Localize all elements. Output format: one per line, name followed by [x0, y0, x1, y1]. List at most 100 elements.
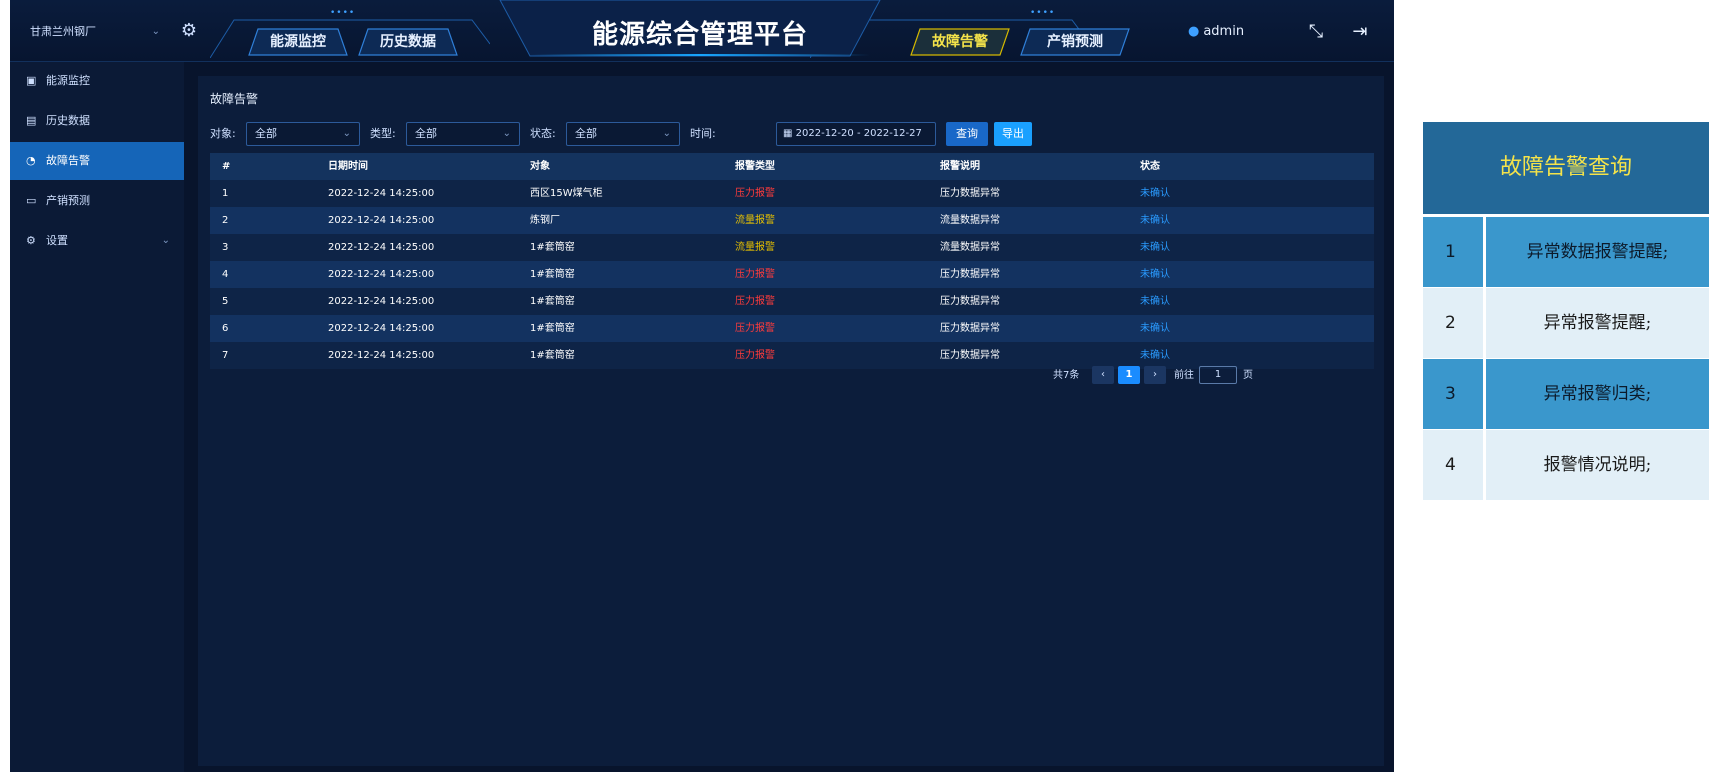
cell-alarm-type: 流量报警: [735, 242, 775, 253]
table-row[interactable]: 4 2022-12-24 14:25:00 1#套筒窑 压力报警 压力数据异常 …: [210, 261, 1374, 288]
prev-page-button[interactable]: ‹: [1092, 366, 1114, 384]
feature-item: 1 异常数据报警提醒;: [1423, 217, 1709, 288]
alarm-icon: ◔: [26, 154, 36, 167]
date-separator: -: [856, 128, 861, 139]
cell-no: 1: [222, 188, 229, 199]
monitor-icon: ▣: [26, 74, 37, 87]
user-name: admin: [1203, 24, 1245, 39]
cell-time: 2022-12-24 14:25:00: [328, 269, 435, 280]
sidebar-item-label: 历史数据: [46, 114, 90, 127]
cell-description: 压力数据异常: [940, 269, 1000, 280]
cell-time: 2022-12-24 14:25:00: [328, 323, 435, 334]
cell-status[interactable]: 未确认: [1140, 180, 1170, 207]
cell-object: 西区15W煤气柜: [530, 188, 603, 199]
cell-status[interactable]: 未确认: [1140, 207, 1170, 234]
plant-select[interactable]: 甘肃兰州钢厂 ⌄: [30, 20, 160, 44]
cell-description: 压力数据异常: [940, 323, 1000, 334]
sidebar-item-energy-monitor[interactable]: ▣ 能源监控: [10, 62, 184, 100]
nav-tab-fault-alarm[interactable]: 故障告警: [910, 28, 1010, 56]
chevron-down-icon: ⌄: [151, 26, 160, 37]
cell-status[interactable]: 未确认: [1140, 234, 1170, 261]
column-header: 报警类型: [735, 161, 775, 172]
logout-icon[interactable]: ⇥: [1348, 20, 1372, 44]
query-button[interactable]: 查询: [946, 122, 988, 146]
table-row[interactable]: 1 2022-12-24 14:25:00 西区15W煤气柜 压力报警 压力数据…: [210, 180, 1374, 207]
cell-status[interactable]: 未确认: [1140, 342, 1170, 369]
cell-time: 2022-12-24 14:25:00: [328, 215, 435, 226]
feature-text: 报警情况说明;: [1486, 430, 1709, 500]
gear-icon[interactable]: ⚙: [178, 20, 200, 42]
cell-status[interactable]: 未确认: [1140, 315, 1170, 342]
feature-number: 3: [1423, 359, 1483, 429]
cell-object: 1#套筒窑: [530, 242, 575, 253]
time-filter-label: 时间:: [690, 127, 716, 140]
cell-no: 7: [222, 350, 229, 361]
sidebar-item-label: 产销预测: [46, 194, 90, 207]
pagination-total: 共7条: [1053, 370, 1080, 381]
settings-icon: ⚙: [26, 234, 36, 247]
alarm-table: # 日期时间 对象 报警类型 报警说明 状态 1 2022-12-24 14:2…: [210, 153, 1374, 369]
cell-time: 2022-12-24 14:25:00: [328, 350, 435, 361]
nav-tab-forecast[interactable]: 产销预测: [1020, 28, 1130, 56]
feature-item: 3 异常报警归类;: [1423, 359, 1709, 430]
history-icon: ▤: [26, 114, 37, 127]
user-icon: ●: [1188, 24, 1200, 39]
sidebar: ▣ 能源监控 ▤ 历史数据 ◔ 故障告警 ▭ 产销预测 ⚙ 设置 ⌄: [10, 62, 184, 772]
sidebar-item-forecast[interactable]: ▭ 产销预测: [10, 182, 184, 220]
sidebar-item-fault-alarm[interactable]: ◔ 故障告警: [10, 142, 184, 180]
user-menu[interactable]: ● admin: [1188, 24, 1244, 39]
column-header: 状态: [1140, 161, 1160, 172]
cell-time: 2022-12-24 14:25:00: [328, 188, 435, 199]
column-header: 对象: [530, 161, 550, 172]
cell-object: 1#套筒窑: [530, 269, 575, 280]
cell-no: 5: [222, 296, 229, 307]
decor-dots-icon: ••••: [1030, 8, 1056, 18]
cell-description: 压力数据异常: [940, 296, 1000, 307]
page-title: 能源综合管理平台: [591, 20, 808, 50]
cell-status[interactable]: 未确认: [1140, 288, 1170, 315]
status-select[interactable]: 全部 ⌄: [566, 122, 680, 146]
cell-object: 1#套筒窑: [530, 350, 575, 361]
page-button-current[interactable]: 1: [1118, 366, 1140, 384]
nav-tab-label: 故障告警: [932, 34, 988, 50]
cell-time: 2022-12-24 14:25:00: [328, 242, 435, 253]
date-range-picker[interactable]: ▦ 2022-12-20 - 2022-12-27: [776, 122, 936, 146]
column-header: 日期时间: [328, 161, 368, 172]
feature-number: 2: [1423, 288, 1483, 358]
next-page-button[interactable]: ›: [1144, 366, 1166, 384]
cell-object: 1#套筒窑: [530, 323, 575, 334]
nav-tab-label: 产销预测: [1047, 34, 1103, 50]
cell-no: 4: [222, 269, 229, 280]
sidebar-item-settings[interactable]: ⚙ 设置 ⌄: [10, 222, 184, 260]
status-select-value: 全部: [575, 127, 597, 140]
export-button[interactable]: 导出: [994, 122, 1032, 146]
header-frame-left-icon: [210, 19, 490, 58]
main-content: 故障告警 对象: 全部 ⌄ 类型: 全部 ⌄ 状态: 全部 ⌄ 时间: ▦ 20…: [198, 76, 1384, 766]
cell-alarm-type: 压力报警: [735, 188, 775, 199]
goto-page-input[interactable]: 1: [1199, 366, 1237, 384]
table-row[interactable]: 6 2022-12-24 14:25:00 1#套筒窑 压力报警 压力数据异常 …: [210, 315, 1374, 342]
cell-object: 炼钢厂: [530, 215, 560, 226]
type-select-value: 全部: [415, 127, 437, 140]
cell-description: 流量数据异常: [940, 215, 1000, 226]
table-row[interactable]: 3 2022-12-24 14:25:00 1#套筒窑 流量报警 流量数据异常 …: [210, 234, 1374, 261]
object-select-value: 全部: [255, 127, 277, 140]
table-header: # 日期时间 对象 报警类型 报警说明 状态: [210, 153, 1374, 180]
collapse-screen-icon[interactable]: ⤡: [1304, 20, 1328, 44]
object-select[interactable]: 全部 ⌄: [246, 122, 360, 146]
cell-no: 2: [222, 215, 229, 226]
table-row[interactable]: 7 2022-12-24 14:25:00 1#套筒窑 压力报警 压力数据异常 …: [210, 342, 1374, 369]
feature-panel-title: 故障告警查询: [1423, 122, 1709, 214]
cell-status[interactable]: 未确认: [1140, 261, 1170, 288]
cell-object: 1#套筒窑: [530, 296, 575, 307]
date-start: 2022-12-20: [795, 128, 854, 139]
sidebar-item-label: 故障告警: [46, 154, 90, 167]
calendar-icon: ▦: [783, 128, 793, 139]
feature-text: 异常报警提醒;: [1486, 288, 1709, 358]
chevron-down-icon: ⌄: [502, 128, 511, 139]
goto-label: 前往: [1174, 370, 1194, 381]
table-row[interactable]: 2 2022-12-24 14:25:00 炼钢厂 流量报警 流量数据异常 未确…: [210, 207, 1374, 234]
sidebar-item-history[interactable]: ▤ 历史数据: [10, 102, 184, 140]
type-select[interactable]: 全部 ⌄: [406, 122, 520, 146]
table-row[interactable]: 5 2022-12-24 14:25:00 1#套筒窑 压力报警 压力数据异常 …: [210, 288, 1374, 315]
